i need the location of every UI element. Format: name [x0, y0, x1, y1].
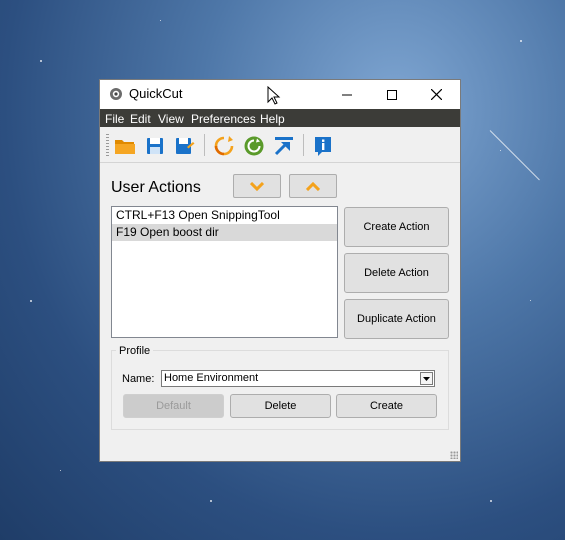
list-item[interactable]: F19 Open boost dir	[112, 224, 337, 241]
star	[30, 300, 32, 302]
about-button[interactable]	[311, 134, 335, 158]
profile-group-title: Profile	[116, 345, 154, 357]
menu-edit[interactable]: Edit	[130, 112, 151, 126]
create-action-button[interactable]: Create Action	[344, 207, 449, 247]
move-down-button[interactable]	[233, 174, 281, 198]
star	[60, 470, 61, 471]
move-up-button[interactable]	[289, 174, 337, 198]
profile-group	[111, 350, 449, 430]
profile-name-label: Name:	[122, 373, 155, 385]
star	[530, 300, 531, 301]
minimize-button[interactable]	[324, 80, 369, 109]
window-title: QuickCut	[129, 86, 183, 101]
menu-file[interactable]: File	[105, 112, 124, 126]
star	[210, 500, 212, 502]
close-icon	[431, 89, 442, 100]
duplicate-action-button[interactable]: Duplicate Action	[344, 299, 449, 339]
star	[40, 60, 42, 62]
refresh-icon	[214, 136, 234, 156]
chevron-down-icon	[250, 181, 264, 191]
dropdown-button[interactable]	[420, 372, 433, 385]
restart-button[interactable]	[242, 134, 266, 158]
open-button[interactable]	[113, 134, 137, 158]
star	[160, 20, 161, 21]
list-item[interactable]: CTRL+F13 Open SnippingTool	[112, 207, 337, 224]
resize-grip[interactable]	[450, 451, 458, 459]
maximize-button[interactable]	[369, 80, 414, 109]
star	[500, 150, 501, 151]
export-button[interactable]	[272, 134, 296, 158]
quickcut-window: QuickCut File Edit View Preferences Help	[99, 79, 461, 462]
maximize-icon	[386, 89, 397, 100]
triangle-down-icon	[423, 376, 430, 381]
menu-view[interactable]: View	[158, 112, 184, 126]
profile-name-value: Home Environment	[164, 372, 259, 384]
export-icon	[274, 137, 293, 156]
save-icon	[147, 138, 163, 154]
info-icon	[315, 137, 331, 156]
profile-name-select[interactable]: Home Environment	[161, 370, 435, 387]
delete-profile-button[interactable]: Delete	[230, 394, 331, 418]
default-profile-button[interactable]: Default	[123, 394, 224, 418]
toolbar	[100, 128, 460, 163]
user-actions-heading: User Actions	[111, 179, 201, 196]
restart-icon	[244, 136, 264, 156]
create-profile-button[interactable]: Create	[336, 394, 437, 418]
close-button[interactable]	[414, 80, 459, 109]
save-as-icon	[176, 138, 195, 154]
toolbar-separator	[303, 134, 304, 156]
reload-button[interactable]	[212, 134, 236, 158]
delete-action-button[interactable]: Delete Action	[344, 253, 449, 293]
mouse-cursor-icon	[267, 86, 281, 105]
chevron-up-icon	[306, 181, 320, 191]
menu-help[interactable]: Help	[260, 112, 285, 126]
star	[490, 500, 492, 502]
toolbar-grip[interactable]	[106, 134, 109, 156]
menu-preferences[interactable]: Preferences	[191, 112, 256, 126]
minimize-icon	[341, 94, 352, 95]
app-logo-icon	[110, 88, 122, 100]
menu-bar: File Edit View Preferences Help	[100, 109, 460, 127]
save-as-button[interactable]	[173, 134, 197, 158]
toolbar-separator	[204, 134, 205, 156]
open-folder-icon	[115, 140, 135, 154]
save-button[interactable]	[143, 134, 167, 158]
shooting-star	[489, 130, 540, 181]
actions-list[interactable]: CTRL+F13 Open SnippingTool F19 Open boos…	[111, 206, 338, 338]
star	[520, 40, 522, 42]
